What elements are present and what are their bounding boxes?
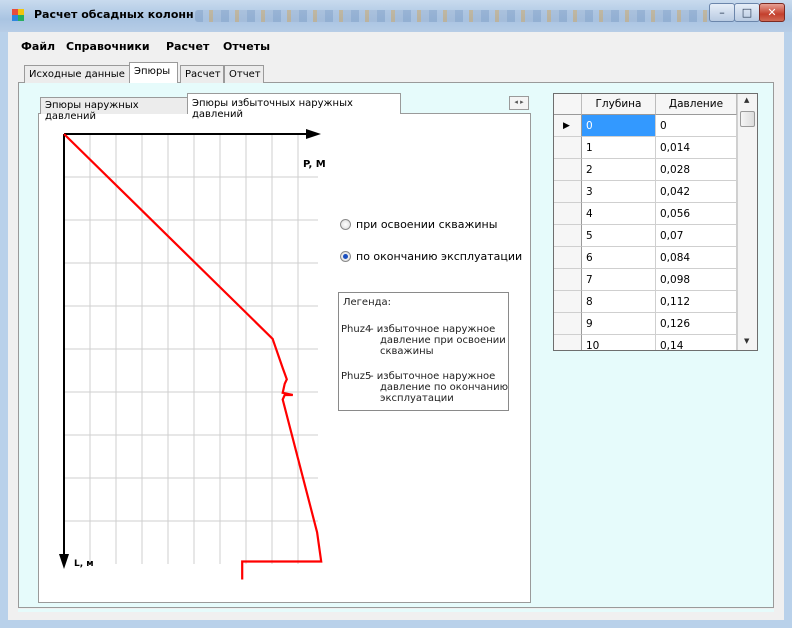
scroll-up-icon[interactable]: ▲ xyxy=(744,96,749,104)
row-header[interactable] xyxy=(554,159,582,181)
tab-scroll-arrows[interactable]: ◂ ▸ xyxy=(509,96,529,110)
x-axis-arrow xyxy=(306,129,321,139)
radio-end-of-operation-label: по окончанию эксплуатации xyxy=(356,250,523,263)
row-header[interactable] xyxy=(554,247,582,269)
cell-pressure[interactable]: 0 xyxy=(656,115,737,137)
legend-line-2c: эксплуатации xyxy=(380,393,454,404)
row-header[interactable]: ▶ xyxy=(554,115,582,137)
row-header[interactable] xyxy=(554,203,582,225)
cell-pressure[interactable]: 0,084 xyxy=(656,247,737,269)
column-header-pressure[interactable]: Давление xyxy=(656,94,737,115)
tab-external-pressure[interactable]: Эпюры наружных давлений xyxy=(40,97,188,122)
cell-depth[interactable]: 9 xyxy=(582,313,656,335)
panel-bottom xyxy=(18,609,774,612)
legend-box: Легенда: Phuz4 - избыточное наружное дав… xyxy=(338,292,509,411)
radio-development[interactable] xyxy=(340,219,351,230)
pressure-chart: P, М L, м xyxy=(59,129,326,580)
row-header[interactable] xyxy=(554,291,582,313)
menu-file[interactable]: Файл xyxy=(21,40,55,53)
menu-reports[interactable]: Отчеты xyxy=(223,40,270,53)
series-phuz5-line xyxy=(63,133,323,580)
legend-line-2b: давление по окончанию xyxy=(380,382,508,393)
legend-title: Легенда: xyxy=(343,297,392,308)
menu-references[interactable]: Справочники xyxy=(66,40,150,53)
cell-depth[interactable]: 1 xyxy=(582,137,656,159)
cell-pressure[interactable]: 0,112 xyxy=(656,291,737,313)
maximize-button[interactable]: □ xyxy=(734,3,760,22)
data-grid[interactable]: Глубина Давление ▶ 0 0 1 0,014 2 0,028 3 0,042 4 0… xyxy=(553,93,758,351)
y-axis-label: L, м xyxy=(74,559,94,569)
cell-pressure[interactable]: 0,07 xyxy=(656,225,737,247)
cell-depth[interactable]: 2 xyxy=(582,159,656,181)
menu-calc[interactable]: Расчет xyxy=(166,40,209,53)
legend-code-1: Phuz4 xyxy=(341,324,372,335)
radio-end-of-operation[interactable] xyxy=(340,251,351,262)
cell-depth[interactable]: 7 xyxy=(582,269,656,291)
cell-depth[interactable]: 3 xyxy=(582,181,656,203)
x-axis-label: P, М xyxy=(303,159,326,170)
blurred-toolbar xyxy=(195,10,715,22)
cell-pressure[interactable]: 0,028 xyxy=(656,159,737,181)
cell-depth[interactable]: 0 xyxy=(582,115,656,137)
tab-diagrams[interactable]: Эпюры xyxy=(129,62,178,83)
row-header[interactable] xyxy=(554,225,582,247)
cell-pressure[interactable]: 0,014 xyxy=(656,137,737,159)
row-header[interactable] xyxy=(554,313,582,335)
legend-line-1c: скважины xyxy=(380,346,434,357)
current-row-icon: ▶ xyxy=(563,121,570,131)
legend-line-2a: - избыточное наружное xyxy=(370,371,496,382)
menu-bar: Файл Справочники Расчет Отчеты xyxy=(8,34,784,58)
row-header[interactable] xyxy=(554,269,582,291)
close-button[interactable]: ✕ xyxy=(759,3,785,22)
cell-depth[interactable]: 8 xyxy=(582,291,656,313)
cell-pressure[interactable]: 0,098 xyxy=(656,269,737,291)
row-header[interactable] xyxy=(554,335,582,350)
column-header-depth[interactable]: Глубина xyxy=(582,94,656,115)
tab-excess-external-pressure[interactable]: Эпюры избыточных наружных давлений xyxy=(187,93,401,120)
grid-corner xyxy=(554,94,582,115)
cell-pressure[interactable]: 0,056 xyxy=(656,203,737,225)
cell-pressure[interactable]: 0,042 xyxy=(656,181,737,203)
row-header[interactable] xyxy=(554,181,582,203)
legend-line-1b: давление при освоении xyxy=(380,335,506,346)
window-title: Расчет обсадных колонн xyxy=(34,8,194,21)
tab-source-data[interactable]: Исходные данные xyxy=(24,65,130,83)
minimize-button[interactable]: – xyxy=(709,3,735,22)
cell-depth[interactable]: 5 xyxy=(582,225,656,247)
scroll-thumb[interactable] xyxy=(740,111,755,127)
row-header[interactable] xyxy=(554,137,582,159)
app-icon xyxy=(11,8,25,22)
cell-pressure[interactable]: 0,126 xyxy=(656,313,737,335)
tab-calculation[interactable]: Расчет xyxy=(180,65,224,83)
grid-scrollbar[interactable]: ▲ ▼ xyxy=(737,94,757,350)
y-axis-arrow xyxy=(59,554,69,569)
legend-code-2: Phuz5 xyxy=(341,371,372,382)
radio-development-label: при освоении скважины xyxy=(356,218,498,231)
chart-grid xyxy=(64,134,318,564)
legend-line-1a: - избыточное наружное xyxy=(370,324,496,335)
cell-depth[interactable]: 10 xyxy=(582,335,656,350)
cell-depth[interactable]: 4 xyxy=(582,203,656,225)
tab-report[interactable]: Отчет xyxy=(224,65,264,83)
cell-pressure[interactable]: 0,14 xyxy=(656,335,737,350)
cell-depth[interactable]: 6 xyxy=(582,247,656,269)
scroll-down-icon[interactable]: ▼ xyxy=(744,337,749,345)
